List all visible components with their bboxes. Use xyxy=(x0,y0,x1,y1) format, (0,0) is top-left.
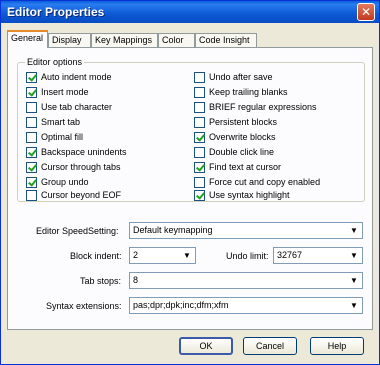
checkbox-label: Insert mode xyxy=(41,87,89,97)
tab-stops-select[interactable]: 8 ▼ xyxy=(129,272,363,289)
checkbox-icon[interactable] xyxy=(194,147,205,158)
checkbox-label: Backspace unindents xyxy=(41,147,127,157)
checkbox-label: Cursor through tabs xyxy=(41,162,121,172)
undo-limit-label: Undo limit: xyxy=(226,251,269,261)
checkbox-icon[interactable] xyxy=(26,177,37,188)
checkbox-label: Persistent blocks xyxy=(209,117,278,127)
chevron-down-icon[interactable]: ▼ xyxy=(347,224,361,237)
close-icon[interactable]: ✕ xyxy=(357,3,375,21)
chevron-down-icon[interactable]: ▼ xyxy=(347,249,361,262)
checkbox-icon[interactable] xyxy=(194,87,205,98)
cancel-button[interactable]: Cancel xyxy=(243,337,297,355)
syntax-extensions-value: pas;dpr;dpk;inc;dfm;xfm xyxy=(133,300,229,310)
syntax-extensions-label: Syntax extensions: xyxy=(46,301,122,311)
checkbox-icon[interactable] xyxy=(194,177,205,188)
tab-general[interactable]: General xyxy=(7,30,48,48)
checkbox-icon[interactable] xyxy=(26,190,37,201)
tab-color[interactable]: Color xyxy=(158,33,195,48)
speedsetting-value: Default keymapping xyxy=(133,225,213,235)
block-indent-label: Block indent: xyxy=(70,251,122,261)
checkbox-icon[interactable] xyxy=(194,190,205,201)
checkbox-label: Group undo xyxy=(41,177,89,187)
block-indent-select[interactable]: 2 ▼ xyxy=(129,247,196,264)
tab-code-insight[interactable]: Code Insight xyxy=(195,33,257,48)
syntax-extensions-select[interactable]: pas;dpr;dpk;inc;dfm;xfm ▼ xyxy=(129,297,363,314)
undo-limit-value: 32767 xyxy=(277,250,303,260)
checkbox-icon[interactable] xyxy=(26,162,37,173)
checkbox-icon[interactable] xyxy=(26,147,37,158)
block-indent-value: 2 xyxy=(133,250,139,260)
checkbox-label: Find text at cursor xyxy=(209,162,282,172)
tab-display[interactable]: Display xyxy=(48,33,91,48)
checkbox-label: Cursor beyond EOF xyxy=(41,190,122,200)
checkbox-label: Optimal fill xyxy=(41,132,84,142)
undo-limit-select[interactable]: 32767 ▼ xyxy=(273,247,363,264)
checkbox-icon[interactable] xyxy=(26,132,37,143)
chevron-down-icon[interactable]: ▼ xyxy=(347,299,361,312)
speedsetting-label: Editor SpeedSetting: xyxy=(36,226,119,236)
window-title: Editor Properties xyxy=(7,5,105,19)
tab-key-mappings[interactable]: Key Mappings xyxy=(91,33,158,48)
chevron-down-icon[interactable]: ▼ xyxy=(347,274,361,287)
checkbox-icon[interactable] xyxy=(26,72,37,83)
checkbox-icon[interactable] xyxy=(26,102,37,113)
title-bar[interactable]: Editor Properties ✕ xyxy=(1,1,379,23)
checkbox-icon[interactable] xyxy=(194,72,205,83)
checkbox-label: Keep trailing blanks xyxy=(209,87,288,97)
tab-stops-value: 8 xyxy=(133,275,139,285)
tab-stops-label: Tab stops: xyxy=(80,276,122,286)
checkbox-label: Smart tab xyxy=(41,117,81,127)
ok-button[interactable]: OK xyxy=(179,337,233,355)
checkbox-label: Use tab character xyxy=(41,102,113,112)
checkbox-label: BRIEF regular expressions xyxy=(209,102,317,112)
checkbox-label: Force cut and copy enabled xyxy=(209,177,321,187)
checkbox-icon[interactable] xyxy=(26,87,37,98)
checkbox-icon[interactable] xyxy=(26,117,37,128)
general-tab-panel: Editor options Auto indent mode Insert m… xyxy=(7,47,373,330)
help-button[interactable]: Help xyxy=(310,337,364,355)
editor-properties-dialog: Editor Properties ✕ General Display Key … xyxy=(0,0,380,365)
checkbox-icon[interactable] xyxy=(194,117,205,128)
checkbox-label: Undo after save xyxy=(209,72,273,82)
checkbox-label: Double click line xyxy=(209,147,275,157)
checkbox-icon[interactable] xyxy=(194,132,205,143)
checkbox-icon[interactable] xyxy=(194,162,205,173)
speedsetting-select[interactable]: Default keymapping ▼ xyxy=(129,222,363,239)
chevron-down-icon[interactable]: ▼ xyxy=(180,249,194,262)
checkbox-label: Overwrite blocks xyxy=(209,132,276,142)
checkbox-icon[interactable] xyxy=(194,102,205,113)
group-label: Editor options xyxy=(25,57,85,67)
checkbox-label: Auto indent mode xyxy=(41,72,112,82)
editor-options-group: Editor options Auto indent mode Insert m… xyxy=(17,57,365,202)
checkbox-label: Use syntax highlight xyxy=(209,190,290,200)
